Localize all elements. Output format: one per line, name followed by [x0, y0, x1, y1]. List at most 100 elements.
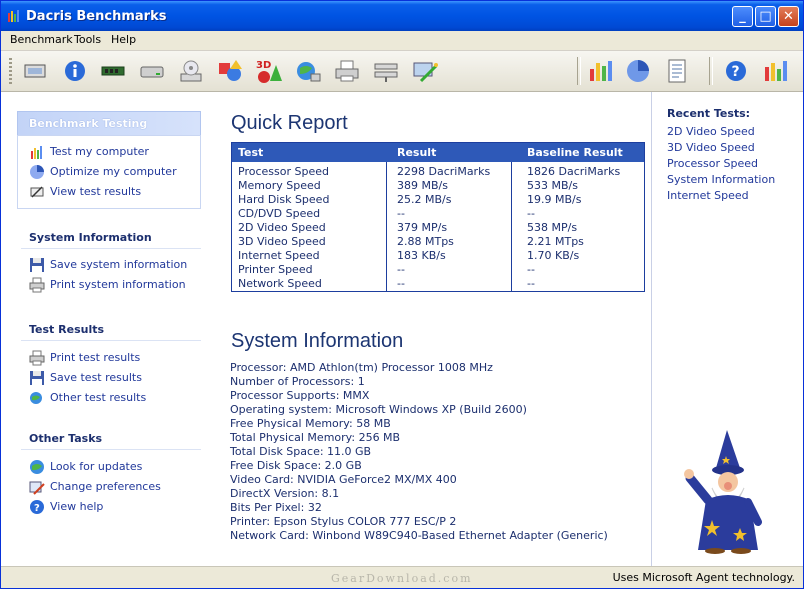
- quick-report-title: Quick Report: [231, 112, 348, 134]
- recent-test-link[interactable]: Processor Speed: [667, 157, 758, 170]
- info-icon: [65, 61, 85, 81]
- globe-network-icon: [297, 62, 321, 82]
- pie-chart-icon: [627, 60, 649, 82]
- globe-icon: [30, 460, 44, 474]
- view-results-icon: [30, 186, 44, 198]
- window-title: Dacris Benchmarks: [26, 9, 167, 24]
- test-results-heading: Test Results: [29, 323, 105, 336]
- system-info-line: Processor Supports: MMX: [230, 389, 370, 402]
- menu-benchmark[interactable]: Benchmark: [10, 33, 73, 46]
- system-information-title: System Information: [231, 330, 404, 352]
- 2d-video-test-button[interactable]: [216, 57, 244, 85]
- divider: [21, 340, 201, 341]
- table-cell: 19.9 MB/s: [527, 193, 582, 206]
- table-cell: 2298 DacriMarks: [397, 165, 491, 178]
- table-cell: --: [527, 207, 535, 220]
- wizard-agent-icon[interactable]: [682, 430, 772, 555]
- table-cell: 3D Video Speed: [238, 235, 326, 248]
- divider: [21, 449, 201, 450]
- recent-test-link[interactable]: System Information: [667, 173, 775, 186]
- 3d-shapes-icon: 3D: [256, 60, 282, 83]
- close-button[interactable]: ✕: [778, 6, 799, 27]
- system-info-button[interactable]: [61, 57, 89, 85]
- table-cell: --: [527, 263, 535, 276]
- bar-chart-icon: [590, 61, 612, 81]
- system-info-line: Processor: AMD Athlon(tm) Processor 1008…: [230, 361, 493, 374]
- table-cell: Network Speed: [238, 277, 322, 290]
- menu-help[interactable]: Help: [111, 33, 136, 46]
- recent-tests-heading: Recent Tests:: [667, 107, 751, 120]
- system-info-line: Number of Processors: 1: [230, 375, 365, 388]
- app-logo-icon: [8, 10, 19, 22]
- app-logo-icon: [765, 61, 787, 81]
- toolbar-separator: [577, 57, 581, 85]
- system-info-line: Printer: Epson Stylus COLOR 777 ESC/P 2: [230, 515, 457, 528]
- printer-icon: [29, 277, 45, 293]
- toolbar-grip[interactable]: [9, 58, 12, 84]
- system-information-heading: System Information: [29, 231, 152, 244]
- network-test-button[interactable]: [372, 57, 400, 85]
- table-cell: --: [527, 277, 535, 290]
- 2d-shapes-icon: [219, 60, 242, 81]
- toolbar: 3D ?: [1, 51, 803, 92]
- system-info-line: Network Card: Winbond W89C940-Based Ethe…: [230, 529, 608, 542]
- hard-disk-icon: [140, 66, 164, 78]
- memory-test-button[interactable]: [99, 57, 127, 85]
- status-text: Uses Microsoft Agent technology.: [612, 571, 795, 584]
- column-divider: [386, 162, 387, 291]
- cd-test-button[interactable]: [177, 57, 205, 85]
- optimize-button[interactable]: [411, 57, 439, 85]
- memory-chip-icon: [101, 66, 125, 76]
- maximize-button[interactable]: □: [755, 6, 776, 27]
- table-cell: 533 MB/s: [527, 179, 578, 192]
- system-info-line: Free Disk Space: 2.0 GB: [230, 459, 362, 472]
- benchmark-testing-title: Benchmark Testing: [29, 117, 148, 130]
- recent-test-link[interactable]: Internet Speed: [667, 189, 749, 202]
- table-cell: 2.21 MTps: [527, 235, 584, 248]
- column-header-result: Result: [397, 146, 437, 159]
- app-window: Dacris Benchmarks _ □ ✕ Benchmark Tools …: [0, 0, 804, 589]
- svg-text:?: ?: [732, 64, 740, 80]
- benchmark-testing-header: Benchmark Testing: [17, 111, 201, 135]
- about-button[interactable]: [761, 57, 789, 85]
- column-header-baseline: Baseline Result: [527, 146, 623, 159]
- report-button[interactable]: [663, 57, 691, 85]
- column-header-test: Test: [238, 146, 264, 159]
- help-button[interactable]: ?: [722, 57, 750, 85]
- 3d-video-test-button[interactable]: 3D: [255, 57, 283, 85]
- recent-test-link[interactable]: 2D Video Speed: [667, 125, 755, 138]
- printer-test-button[interactable]: [333, 57, 361, 85]
- pie-chart-button[interactable]: [624, 57, 652, 85]
- other-tasks-heading: Other Tasks: [29, 432, 103, 445]
- results-chart-button[interactable]: [586, 57, 614, 85]
- minimize-icon: _: [739, 9, 746, 24]
- close-icon: ✕: [783, 9, 794, 24]
- system-info-line: Video Card: NVIDIA GeForce2 MX/MX 400: [230, 473, 457, 486]
- menu-bar: Benchmark Tools Help: [1, 31, 803, 51]
- system-info-line: Free Physical Memory: 58 MB: [230, 417, 391, 430]
- cd-drive-icon: [180, 60, 202, 82]
- toolbar-separator: [709, 57, 713, 85]
- internet-test-button[interactable]: [294, 57, 322, 85]
- table-cell: 389 MB/s: [397, 179, 448, 192]
- table-cell: Memory Speed: [238, 179, 321, 192]
- disk-test-button[interactable]: [138, 57, 166, 85]
- printer-icon: [335, 60, 359, 82]
- report-area: Quick Report Test Result Baseline Result…: [218, 92, 651, 566]
- system-info-line: Operating system: Microsoft Windows XP (…: [230, 403, 527, 416]
- network-results-icon: [30, 392, 42, 404]
- quick-report-table: Test Result Baseline Result Processor Sp…: [231, 142, 645, 292]
- system-info-line: DirectX Version: 8.1: [230, 487, 340, 500]
- table-cell: 2.88 MTps: [397, 235, 454, 248]
- table-cell: Internet Speed: [238, 249, 320, 262]
- menu-tools[interactable]: Tools: [74, 33, 101, 46]
- table-cell: 25.2 MB/s: [397, 193, 452, 206]
- table-cell: 538 MP/s: [527, 221, 578, 234]
- task-pane: Benchmark Testing Test my computer Optim…: [1, 92, 218, 566]
- system-summary-button[interactable]: [21, 57, 49, 85]
- title-bar[interactable]: Dacris Benchmarks _ □ ✕: [1, 1, 803, 31]
- system-info-line: Bits Per Pixel: 32: [230, 501, 322, 514]
- recent-test-link[interactable]: 3D Video Speed: [667, 141, 755, 154]
- minimize-button[interactable]: _: [732, 6, 753, 27]
- network-icon: [374, 63, 398, 82]
